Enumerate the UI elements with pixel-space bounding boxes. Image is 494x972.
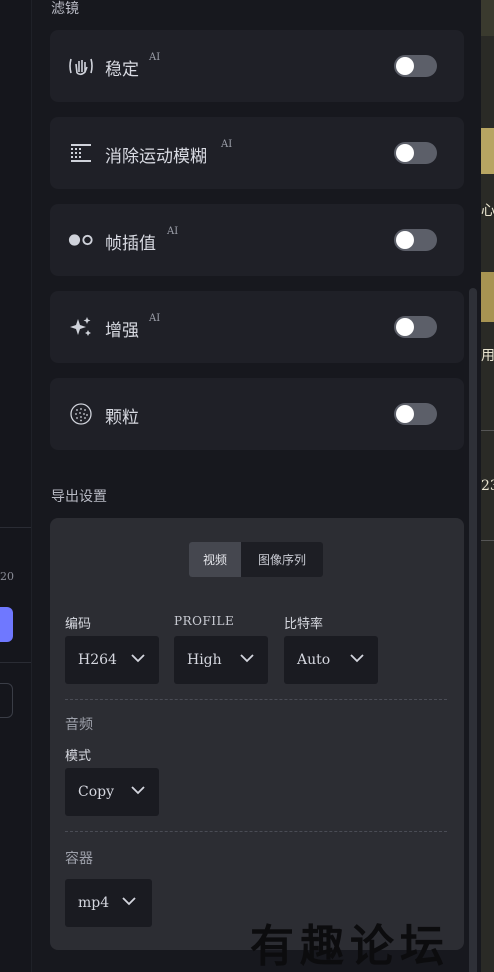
filter-motion-blur: 消除运动模糊 AI xyxy=(50,117,464,189)
right-text: 心 xyxy=(481,203,494,219)
export-settings-title: 导出设置 xyxy=(51,489,107,505)
divider xyxy=(0,662,31,663)
dashed-divider xyxy=(65,699,447,700)
motion-blur-toggle[interactable] xyxy=(394,142,437,164)
container-value: mp4 xyxy=(78,895,110,911)
right-text: 23 xyxy=(481,478,494,494)
toggle-knob xyxy=(396,405,414,423)
export-settings-card: 视频 图像序列 编码 PROFILE 比特率 H264 High Auto 音频… xyxy=(50,518,464,950)
dashed-divider xyxy=(65,831,447,832)
right-text: 用 xyxy=(481,348,494,364)
filter-frame-interpolation: 帧插值 AI xyxy=(50,204,464,276)
bitrate-label: 比特率 xyxy=(284,617,324,632)
tab-image-sequence[interactable]: 图像序列 xyxy=(241,542,323,577)
bitrate-value: Auto xyxy=(297,652,331,668)
encoding-value: H264 xyxy=(78,652,117,668)
filter-grain: 颗粒 xyxy=(50,378,464,450)
export-type-segmented-control: 视频 图像序列 xyxy=(189,542,323,577)
stabilize-hand-icon xyxy=(68,54,94,78)
chevron-down-icon xyxy=(131,786,145,795)
filter-label: 稳定 xyxy=(105,60,139,80)
filter-label: 帧插值 xyxy=(105,234,156,254)
profile-value: High xyxy=(187,652,222,668)
frame-interpolation-dots-icon xyxy=(68,228,94,252)
left-side-panel: 20 xyxy=(0,0,32,972)
divider xyxy=(0,527,31,528)
chevron-down-icon xyxy=(240,654,254,663)
left-number-label: 20 xyxy=(0,570,14,583)
encoding-select[interactable]: H264 xyxy=(65,636,159,684)
grain-circle-icon xyxy=(68,402,94,426)
stabilize-toggle[interactable] xyxy=(394,55,437,77)
chevron-down-icon xyxy=(131,654,145,663)
container-title: 容器 xyxy=(65,851,93,867)
mode-value: Copy xyxy=(78,784,115,800)
scrollbar[interactable] xyxy=(469,288,477,972)
ai-badge: AI xyxy=(149,313,161,324)
filter-label: 增强 xyxy=(105,321,139,341)
filter-label: 消除运动模糊 xyxy=(105,147,207,167)
chevron-down-icon xyxy=(122,897,136,906)
ai-badge: AI xyxy=(221,139,233,150)
motion-blur-grid-icon xyxy=(68,141,94,165)
filters-title: 滤镜 xyxy=(51,1,79,17)
sparkle-enhance-icon xyxy=(68,315,94,339)
frame-interpolation-toggle[interactable] xyxy=(394,229,437,251)
left-accent-button[interactable] xyxy=(0,607,13,642)
audio-mode-select[interactable]: Copy xyxy=(65,768,159,816)
filter-label: 颗粒 xyxy=(105,408,139,428)
bitrate-select[interactable]: Auto xyxy=(284,636,378,684)
filter-enhance: 增强 AI xyxy=(50,291,464,363)
filter-stabilize: 稳定 AI xyxy=(50,30,464,102)
toggle-knob xyxy=(396,231,414,249)
encoding-label: 编码 xyxy=(65,617,92,632)
profile-select[interactable]: High xyxy=(174,636,268,684)
ai-badge: AI xyxy=(149,52,161,63)
toggle-knob xyxy=(396,318,414,336)
watermark: 有趣论坛 xyxy=(250,921,450,972)
profile-label: PROFILE xyxy=(174,614,235,628)
right-side-preview: 心 用 23 xyxy=(481,0,494,972)
toggle-knob xyxy=(396,144,414,162)
ai-badge: AI xyxy=(167,226,179,237)
mode-label: 模式 xyxy=(65,749,92,764)
tab-video[interactable]: 视频 xyxy=(189,542,241,577)
audio-title: 音频 xyxy=(65,717,93,733)
container-select[interactable]: mp4 xyxy=(65,879,152,927)
chevron-down-icon xyxy=(350,654,364,663)
grain-toggle[interactable] xyxy=(394,403,437,425)
enhance-toggle[interactable] xyxy=(394,316,437,338)
toggle-knob xyxy=(396,57,414,75)
left-outline-button[interactable] xyxy=(0,683,13,718)
